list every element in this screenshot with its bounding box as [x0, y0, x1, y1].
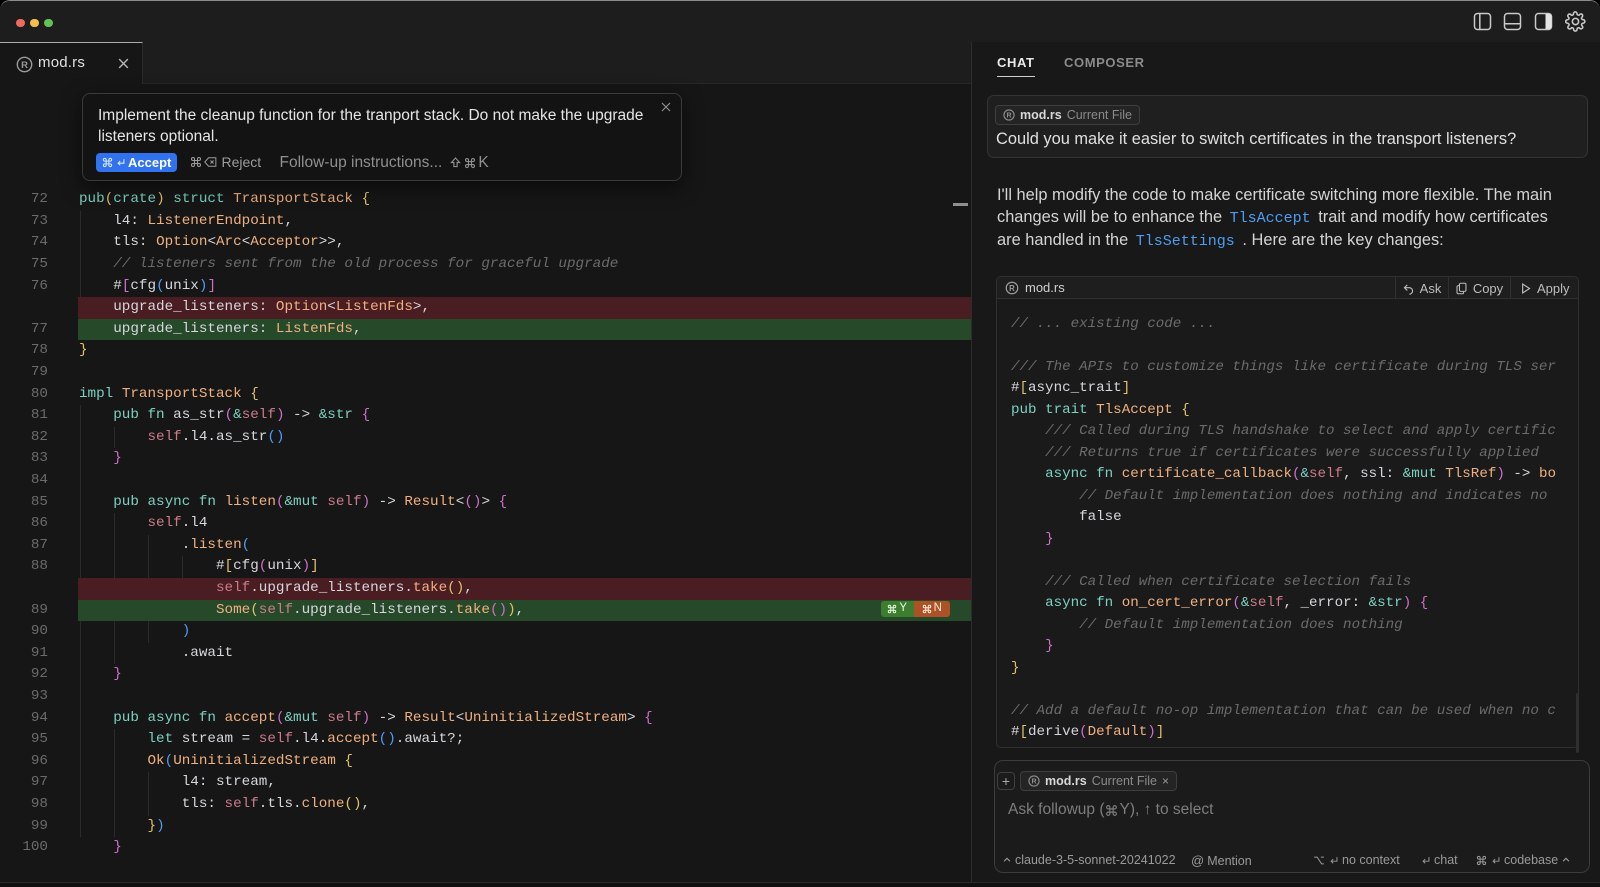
svg-text:R: R [1009, 284, 1015, 293]
svg-text:R: R [1031, 778, 1036, 785]
svg-text:R: R [21, 60, 28, 71]
svg-text:R: R [1006, 112, 1011, 119]
